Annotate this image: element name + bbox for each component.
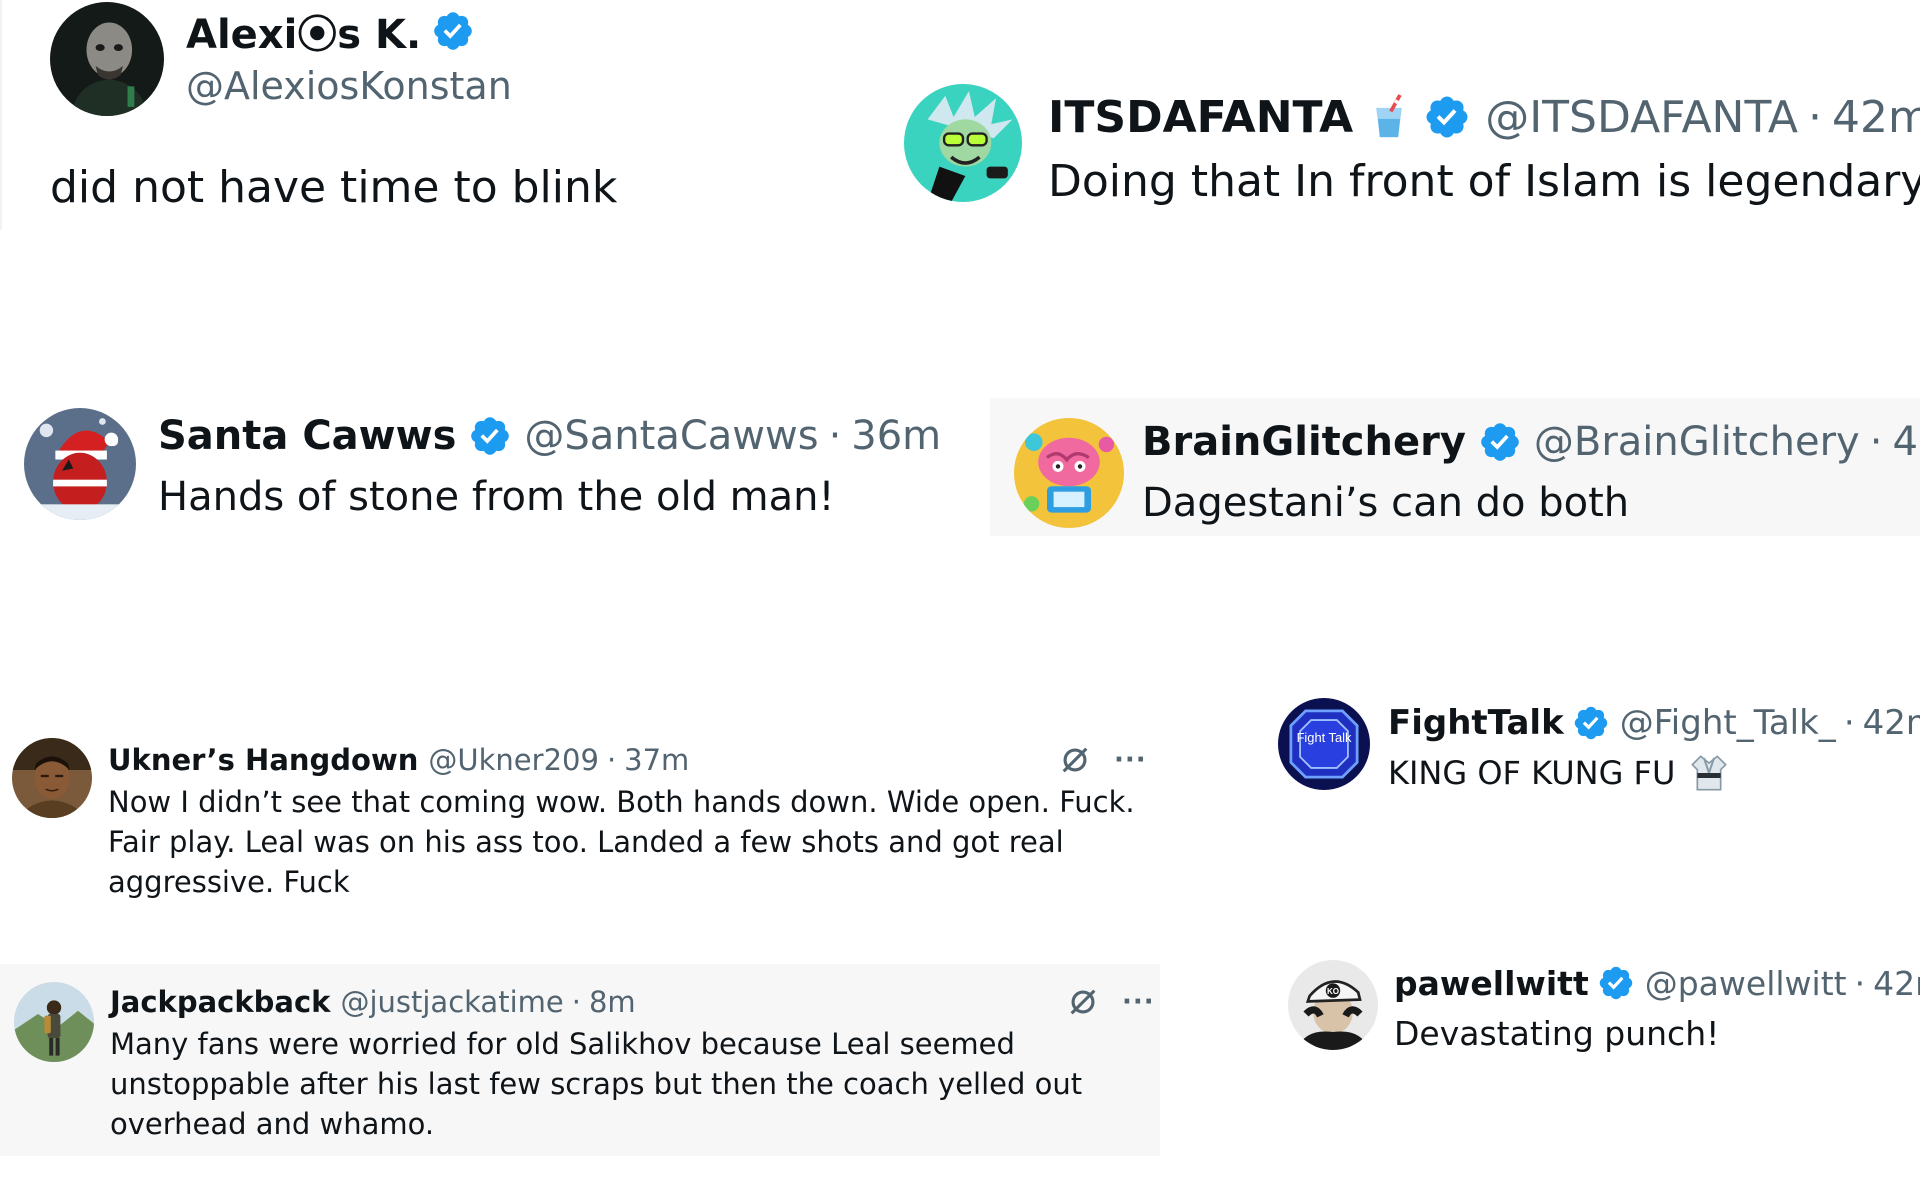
martial-arts-uniform-icon	[1689, 752, 1729, 794]
separator-dot: ·	[1854, 963, 1866, 1003]
tweet-alexios[interactable]: Alexi⦿s K. @AlexiosKonstan did not have …	[0, 0, 700, 230]
tweet-text: Many fans were worried for old Salikhov …	[110, 1027, 1083, 1141]
author-name[interactable]: ITSDAFANTA	[1048, 92, 1353, 143]
author-name[interactable]: Santa Cawws	[158, 413, 456, 459]
author-handle[interactable]: @ITSDAFANTA	[1485, 92, 1798, 143]
author-handle[interactable]: @BrainGlitchery	[1534, 419, 1860, 465]
ko-cap-man-avatar[interactable]: KO	[1288, 960, 1378, 1050]
separator-dot: ·	[1808, 91, 1823, 143]
separator-dot: ·	[606, 743, 617, 777]
author-name[interactable]: Alexi⦿s K.	[186, 2, 421, 60]
tweet-text: Hands of stone from the old man!	[158, 474, 835, 520]
cup-with-straw-icon	[1367, 93, 1411, 141]
tweet-santa-cawws[interactable]: Santa Cawws @SantaCawws · 36m Hands of s…	[0, 400, 980, 540]
tweet-text: Dagestani’s can do both	[1142, 480, 1630, 526]
timestamp[interactable]: 42m	[1873, 964, 1920, 1003]
more-options-icon[interactable]: ···	[1114, 745, 1147, 775]
timestamp[interactable]: 36m	[851, 413, 941, 459]
author-handle[interactable]: @Ukner209	[428, 743, 599, 777]
separator-dot: ·	[1843, 703, 1855, 743]
tweet-ukner[interactable]: Ukner’s Hangdown @Ukner209 · 37m ··· Now…	[0, 730, 1170, 910]
tweet-text: Devastating punch!	[1394, 1014, 1720, 1053]
fight-talk-logo-text: Fight Talk	[1297, 730, 1352, 745]
separator-dot: ·	[571, 985, 581, 1019]
tweet-pawellwitt[interactable]: KO pawellwitt @pawellwitt · 42m Devastat…	[1280, 950, 1920, 1070]
fight-talk-logo-avatar[interactable]: Fight Talk	[1278, 698, 1370, 790]
verified-badge-icon	[1572, 704, 1610, 742]
author-name[interactable]: FightTalk	[1388, 703, 1564, 743]
author-name[interactable]: BrainGlitchery	[1142, 419, 1466, 465]
tweet-jackpackback[interactable]: Jackpackback @justjackatime · 8m ··· Man…	[0, 964, 1160, 1156]
grok-icon[interactable]	[1066, 985, 1100, 1019]
verified-badge-icon	[431, 9, 475, 53]
separator-dot: ·	[1869, 419, 1883, 465]
crow-santa-avatar[interactable]	[24, 408, 136, 520]
author-handle[interactable]: @pawellwitt	[1645, 964, 1847, 1003]
separator-dot: ·	[828, 413, 842, 459]
more-options-icon[interactable]: ···	[1122, 987, 1155, 1017]
verified-badge-icon	[1597, 964, 1635, 1002]
timestamp[interactable]: 8m	[589, 985, 636, 1019]
cartoon-scientist-avatar[interactable]	[904, 84, 1022, 202]
author-handle[interactable]: @AlexiosKonstan	[186, 64, 512, 108]
tweet-text: did not have time to blink	[50, 162, 618, 213]
tweet-text: Doing that In front of Islam is legendar…	[1048, 155, 1920, 207]
bald-man-avatar[interactable]	[50, 2, 164, 116]
tweet-collage: Alexi⦿s K. @AlexiosKonstan did not have …	[0, 0, 1920, 1200]
author-handle[interactable]: @Fight_Talk_	[1620, 703, 1836, 743]
man-portrait-avatar[interactable]	[12, 738, 92, 818]
verified-badge-icon	[1423, 93, 1471, 141]
author-handle[interactable]: @justjackatime	[340, 985, 563, 1019]
grok-icon[interactable]	[1058, 743, 1092, 777]
tweet-fighttalk[interactable]: Fight Talk FightTalk @Fight_Talk_ · 42m …	[1270, 690, 1920, 810]
tweet-text: Now I didn’t see that coming wow. Both h…	[108, 785, 1135, 899]
author-name[interactable]: pawellwitt	[1394, 964, 1589, 1003]
timestamp[interactable]: 42m	[1863, 703, 1920, 743]
author-name[interactable]: Ukner’s Hangdown	[108, 743, 418, 777]
author-handle[interactable]: @SantaCawws	[524, 413, 818, 459]
timestamp[interactable]: 37m	[624, 743, 689, 777]
tweet-brainglitchery[interactable]: BrainGlitchery @BrainGlitchery · 41m Dag…	[990, 398, 1920, 536]
verified-badge-icon	[1478, 420, 1522, 464]
colorful-brain-avatar[interactable]	[1014, 418, 1124, 528]
verified-badge-icon	[468, 414, 512, 458]
timestamp[interactable]: 41m	[1892, 419, 1920, 465]
author-name[interactable]: Jackpackback	[110, 985, 330, 1019]
hiker-avatar[interactable]	[14, 982, 94, 1062]
tweet-text: KING OF KUNG FU	[1388, 754, 1676, 792]
tweet-itsdafanta[interactable]: ITSDAFANTA @ITSDAFANTA · 42m Doing that …	[900, 80, 1920, 220]
ko-cap-text: KO	[1327, 987, 1339, 996]
timestamp[interactable]: 42m	[1832, 92, 1920, 143]
